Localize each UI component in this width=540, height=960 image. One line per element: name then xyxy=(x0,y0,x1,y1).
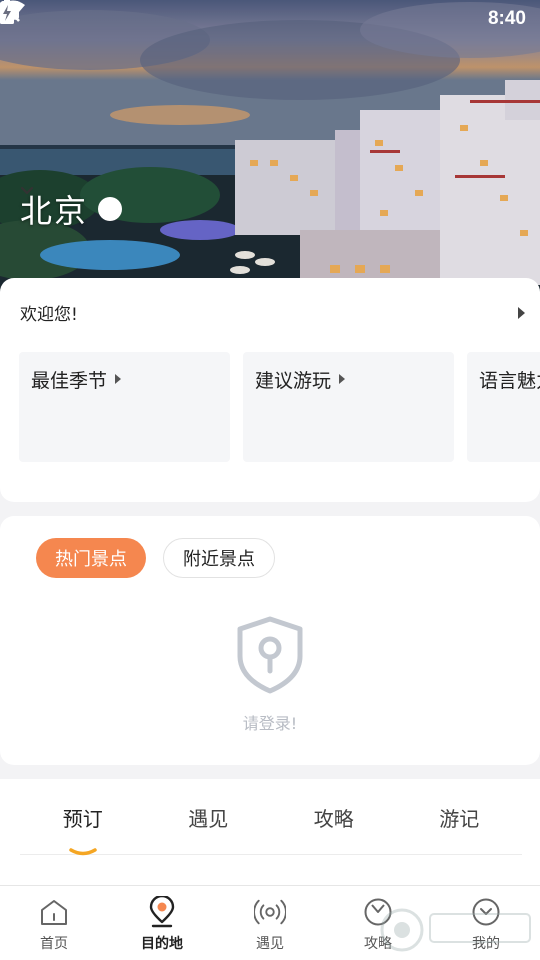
compass-icon xyxy=(362,896,394,928)
tab-meet[interactable]: 遇见 xyxy=(146,801,272,854)
location-pin-icon xyxy=(146,896,178,928)
nav-label: 我的 xyxy=(472,936,500,952)
empty-state: 请登录! xyxy=(0,616,540,734)
attractions-card: 热门景点 附近景点 请登录! xyxy=(0,516,540,765)
welcome-greeting: 欢迎您! xyxy=(20,305,78,325)
section-tabs-panel: 预订 遇见 攻略 游记 xyxy=(0,779,540,885)
attraction-tabs: 热门景点 附近景点 xyxy=(36,538,275,578)
active-tab-indicator xyxy=(69,837,97,861)
caret-right-icon xyxy=(518,306,525,319)
nav-profile[interactable]: 我的 xyxy=(432,886,540,960)
section-tabs: 预订 遇见 攻略 游记 xyxy=(20,801,523,856)
status-bar: 8:40 xyxy=(0,0,540,38)
chevron-down-icon xyxy=(20,186,123,221)
tile-label: 建议游玩 xyxy=(255,370,332,392)
tab-nearby-attractions[interactable]: 附近景点 xyxy=(163,538,275,578)
empty-text[interactable]: 请登录! xyxy=(243,710,297,734)
tile-suggested-play[interactable]: 建议游玩 xyxy=(243,352,454,462)
tab-label: 预订 xyxy=(62,807,103,831)
hero-banner: 8:40 北京 xyxy=(0,0,540,300)
tab-label: 攻略 xyxy=(313,807,354,831)
tile-best-season[interactable]: 最佳季节 xyxy=(19,352,230,462)
nav-label: 遇见 xyxy=(256,936,284,952)
caret-right-icon xyxy=(115,374,122,384)
tab-label: 游记 xyxy=(439,807,480,831)
nav-label: 首页 xyxy=(40,936,68,952)
tab-guides[interactable]: 攻略 xyxy=(271,801,397,854)
tile-language-charm[interactable]: 语言魅力 xyxy=(467,352,540,462)
nav-home[interactable]: 首页 xyxy=(0,886,108,960)
bottom-nav: 首页 目的地 遇见 攻略 我的 xyxy=(0,885,540,960)
nav-label: 目的地 xyxy=(141,936,183,952)
shield-lock-icon xyxy=(236,616,304,698)
home-icon xyxy=(38,896,70,928)
tab-label: 遇见 xyxy=(188,807,229,831)
tile-label: 最佳季节 xyxy=(31,370,108,392)
broadcast-icon xyxy=(254,896,286,928)
nav-label: 攻略 xyxy=(364,936,392,952)
tab-booking[interactable]: 预订 xyxy=(20,801,146,856)
city-selector[interactable]: 北京 xyxy=(20,186,123,232)
nav-guides[interactable]: 攻略 xyxy=(324,886,432,960)
tile-label: 语言魅力 xyxy=(479,370,540,392)
tab-travelogue[interactable]: 游记 xyxy=(397,801,523,854)
status-time: 8:40 xyxy=(487,8,526,29)
welcome-row[interactable]: 欢迎您! xyxy=(20,300,525,325)
caret-right-icon xyxy=(339,374,346,384)
info-tiles: 最佳季节 建议游玩 语言魅力 xyxy=(19,352,540,462)
tab-hot-attractions[interactable]: 热门景点 xyxy=(36,538,146,578)
hero-photo xyxy=(0,0,540,300)
nav-meet[interactable]: 遇见 xyxy=(216,886,324,960)
welcome-card: 欢迎您! 最佳季节 建议游玩 语言魅力 xyxy=(0,278,540,502)
nav-destination[interactable]: 目的地 xyxy=(108,886,216,960)
user-icon xyxy=(470,896,502,928)
